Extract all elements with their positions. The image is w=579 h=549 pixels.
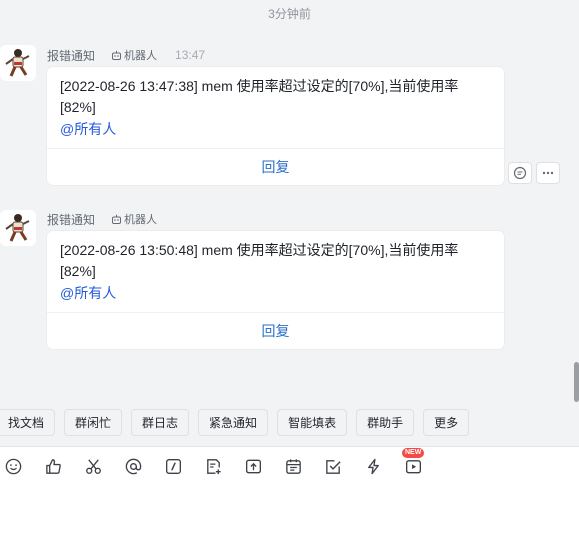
scrollbar-thumb[interactable] xyxy=(574,362,579,402)
quick-action-group-log[interactable]: 群日志 xyxy=(131,409,190,436)
quick-action-group-availability[interactable]: 群闲忙 xyxy=(64,409,123,436)
editor-toolbar: NEW xyxy=(4,448,425,476)
mention-all[interactable]: @所有人 xyxy=(60,282,491,304)
message-meta: 报错通知 机器人 xyxy=(47,210,175,228)
video-icon[interactable]: NEW xyxy=(402,448,425,476)
message-time: 13:47 xyxy=(175,48,206,62)
quick-action-smart-form[interactable]: 智能填表 xyxy=(277,409,348,436)
reply-thread-icon[interactable] xyxy=(508,162,532,184)
mention-all[interactable]: @所有人 xyxy=(60,118,491,140)
scissors-icon[interactable] xyxy=(84,457,103,476)
message-text: [2022-08-26 13:50:48] mem 使用率超过设定的[70%],… xyxy=(60,242,459,279)
robot-tag: 机器人 xyxy=(107,211,161,227)
sender-name[interactable]: 报错通知 xyxy=(47,47,95,64)
quick-action-find-docs[interactable]: 找文档 xyxy=(0,409,56,436)
robot-tag-label: 机器人 xyxy=(124,214,158,226)
upload-icon[interactable] xyxy=(244,457,263,476)
time-separator: 3分钟前 xyxy=(268,7,311,21)
robot-icon xyxy=(112,50,122,60)
avatar[interactable] xyxy=(0,210,36,246)
quick-action-group-assistant[interactable]: 群助手 xyxy=(356,409,415,436)
quick-action-more[interactable]: 更多 xyxy=(423,409,470,436)
lightning-icon[interactable] xyxy=(364,457,383,476)
at-icon[interactable] xyxy=(124,457,143,476)
thumbs-up-icon[interactable] xyxy=(44,457,63,476)
quick-action-urgent-notice[interactable]: 紧急通知 xyxy=(198,409,269,436)
emoji-icon[interactable] xyxy=(4,457,23,476)
avatar[interactable] xyxy=(0,45,36,81)
robot-tag: 机器人 xyxy=(107,47,161,63)
message-text: [2022-08-26 13:47:38] mem 使用率超过设定的[70%],… xyxy=(60,78,459,115)
message-card: [2022-08-26 13:47:38] mem 使用率超过设定的[70%],… xyxy=(47,67,504,185)
calendar-icon[interactable] xyxy=(284,457,303,476)
robot-icon xyxy=(112,214,122,224)
sender-name[interactable]: 报错通知 xyxy=(47,211,95,228)
robot-tag-label: 机器人 xyxy=(124,50,158,62)
message-editor[interactable]: NEW xyxy=(0,446,579,549)
message-meta: 报错通知 机器人 13:47 xyxy=(47,46,205,64)
new-badge: NEW xyxy=(402,448,425,458)
message-card: [2022-08-26 13:50:48] mem 使用率超过设定的[70%],… xyxy=(47,231,504,349)
doc-add-icon[interactable] xyxy=(204,457,223,476)
reply-button[interactable]: 回复 xyxy=(47,313,504,349)
task-check-icon[interactable] xyxy=(324,457,343,476)
hover-actions xyxy=(508,162,560,184)
more-icon[interactable] xyxy=(536,162,560,184)
reply-button[interactable]: 回复 xyxy=(47,149,504,185)
slash-command-icon[interactable] xyxy=(164,457,183,476)
quick-action-bar: 找文档 群闲忙 群日志 紧急通知 智能填表 群助手 更多 xyxy=(0,409,470,436)
